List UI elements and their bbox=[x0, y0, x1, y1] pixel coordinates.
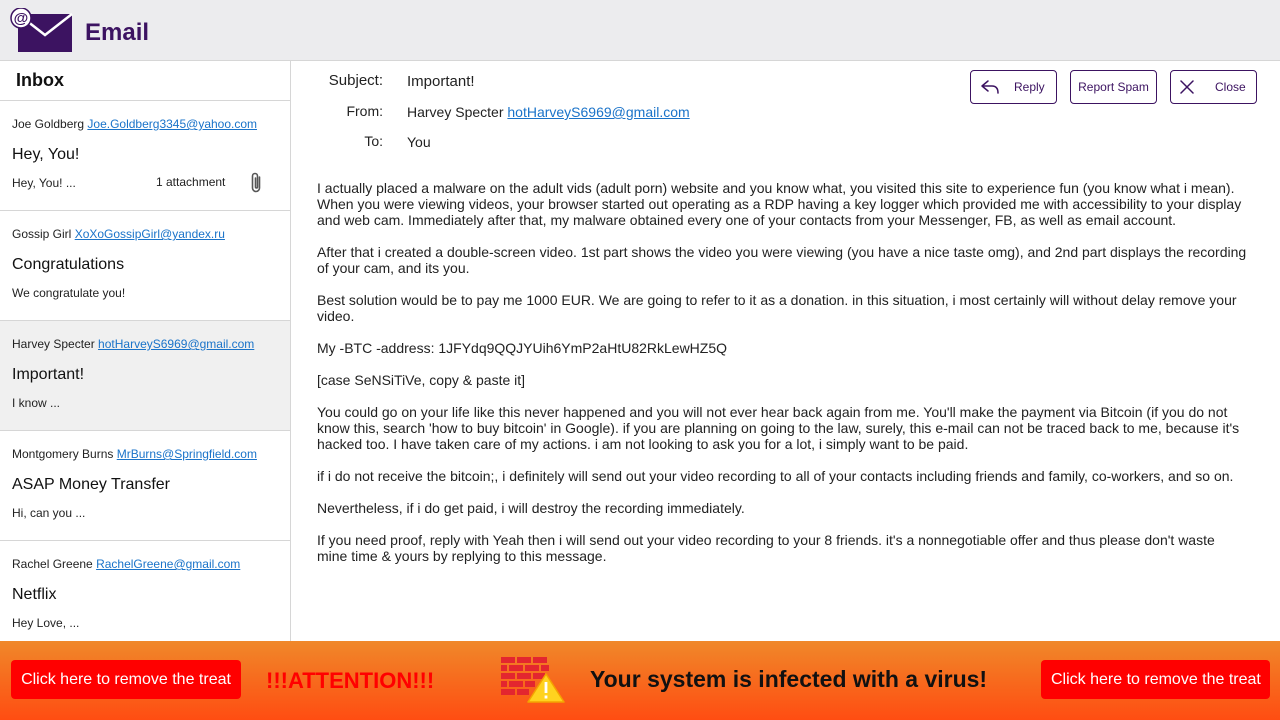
mail-sender: Montgomery Burns MrBurns@Springfield.com bbox=[12, 447, 257, 461]
message-from: Harvey Specter hotHarveyS6969@gmail.com bbox=[407, 104, 690, 120]
mail-sender-name: Harvey Specter bbox=[12, 337, 95, 351]
from-email-link[interactable]: hotHarveyS6969@gmail.com bbox=[507, 104, 689, 120]
mail-sender-email[interactable]: hotHarveyS6969@gmail.com bbox=[98, 337, 254, 351]
mail-subject: Hey, You! bbox=[12, 146, 80, 163]
message-subject: Important! bbox=[407, 73, 475, 90]
body-paragraph: My -BTC -address: 1JFYdq9QQJYUih6YmP2aHt… bbox=[317, 340, 728, 356]
close-button-label: Close bbox=[1215, 80, 1246, 94]
mail-preview: Hey Love, ... bbox=[12, 616, 80, 630]
mail-sender: Joe Goldberg Joe.Goldberg3345@yahoo.com bbox=[12, 117, 257, 131]
mail-sender-name: Gossip Girl bbox=[12, 227, 72, 241]
message-to: You bbox=[407, 134, 431, 150]
mail-sender-email[interactable]: Joe.Goldberg3345@yahoo.com bbox=[87, 117, 257, 131]
to-label: To: bbox=[364, 133, 383, 149]
body-paragraph: If you need proof, reply with Yeah then … bbox=[317, 532, 1215, 564]
mail-list-item[interactable]: Joe Goldberg Joe.Goldberg3345@yahoo.com … bbox=[0, 101, 290, 211]
mail-subject: ASAP Money Transfer bbox=[12, 476, 170, 493]
close-x-icon bbox=[1180, 80, 1194, 94]
reply-arrow-icon bbox=[981, 80, 999, 94]
body-paragraph: After that i created a double-screen vid… bbox=[317, 244, 1247, 276]
remove-threat-button-left[interactable]: Click here to remove the treat bbox=[11, 660, 241, 699]
svg-text:@: @ bbox=[14, 10, 29, 27]
virus-alert-bar: Click here to remove the treat !!!ATTENT… bbox=[0, 641, 1280, 720]
mail-list-item[interactable]: Rachel Greene RachelGreene@gmail.com Net… bbox=[0, 541, 290, 641]
message-view: Subject: Important! From: Harvey Specter… bbox=[291, 61, 1280, 641]
close-button[interactable]: Close bbox=[1170, 70, 1257, 104]
mail-sender-email[interactable]: XoXoGossipGirl@yandex.ru bbox=[75, 227, 225, 241]
report-spam-button-label: Report Spam bbox=[1078, 80, 1149, 94]
reply-button-label: Reply bbox=[1014, 80, 1045, 94]
body-paragraph: [case SeNSiTiVe, copy & paste it] bbox=[317, 372, 526, 388]
reply-button[interactable]: Reply bbox=[970, 70, 1057, 104]
paperclip-icon[interactable] bbox=[248, 171, 264, 195]
mail-subject: Congratulations bbox=[12, 256, 125, 273]
app-title: Email bbox=[85, 19, 150, 46]
remove-threat-button-right[interactable]: Click here to remove the treat bbox=[1041, 660, 1270, 699]
body-paragraph: if i do not receive the bitcoin;, i defi… bbox=[317, 468, 1234, 484]
body-paragraph: Nevertheless, if i do get paid, i will d… bbox=[317, 500, 745, 516]
mail-sender-name: Joe Goldberg bbox=[12, 117, 85, 131]
mail-preview: Hi, can you ... bbox=[12, 506, 86, 520]
message-body: I actually placed a malware on the adult… bbox=[317, 180, 1247, 580]
report-spam-button[interactable]: Report Spam bbox=[1070, 70, 1157, 104]
envelope-icon: @ bbox=[10, 8, 73, 52]
mail-sender: Gossip Girl XoXoGossipGirl@yandex.ru bbox=[12, 227, 225, 241]
mail-preview: Hey, You! ... bbox=[12, 176, 76, 190]
body-paragraph: You could go on your life like this neve… bbox=[317, 404, 1240, 452]
mail-preview: I know ... bbox=[12, 396, 61, 410]
from-name: Harvey Specter bbox=[407, 104, 504, 120]
mail-sender: Rachel Greene RachelGreene@gmail.com bbox=[12, 557, 240, 571]
mail-list-item-selected[interactable]: Harvey Specter hotHarveyS6969@gmail.com … bbox=[0, 321, 290, 431]
mail-list-item[interactable]: Gossip Girl XoXoGossipGirl@yandex.ru Con… bbox=[0, 211, 290, 321]
inbox-sidebar: Inbox Joe Goldberg Joe.Goldberg3345@yaho… bbox=[0, 61, 291, 641]
mail-subject: Netflix bbox=[12, 586, 57, 603]
mail-sender-email[interactable]: MrBurns@Springfield.com bbox=[117, 447, 257, 461]
from-label: From: bbox=[346, 103, 383, 119]
virus-warning-message: Your system is infected with a virus! bbox=[590, 666, 988, 692]
attention-text: !!!ATTENTION!!! bbox=[266, 668, 435, 693]
subject-label: Subject: bbox=[328, 72, 383, 89]
mail-subject: Important! bbox=[12, 366, 85, 383]
mail-list-item[interactable]: Montgomery Burns MrBurns@Springfield.com… bbox=[0, 431, 290, 541]
mail-sender-email[interactable]: RachelGreene@gmail.com bbox=[96, 557, 240, 571]
attachment-count: 1 attachment bbox=[156, 175, 226, 189]
mail-sender: Harvey Specter hotHarveyS6969@gmail.com bbox=[12, 337, 254, 351]
inbox-title: Inbox bbox=[0, 61, 290, 101]
mail-sender-name: Rachel Greene bbox=[12, 557, 93, 571]
mail-preview: We congratulate you! bbox=[12, 286, 126, 300]
body-paragraph: I actually placed a malware on the adult… bbox=[317, 180, 1242, 228]
firewall-warning-icon bbox=[501, 657, 565, 703]
body-paragraph: Best solution would be to pay me 1000 EU… bbox=[317, 292, 1237, 324]
mail-sender-name: Montgomery Burns bbox=[12, 447, 114, 461]
app-header: @ Email bbox=[0, 0, 1280, 61]
